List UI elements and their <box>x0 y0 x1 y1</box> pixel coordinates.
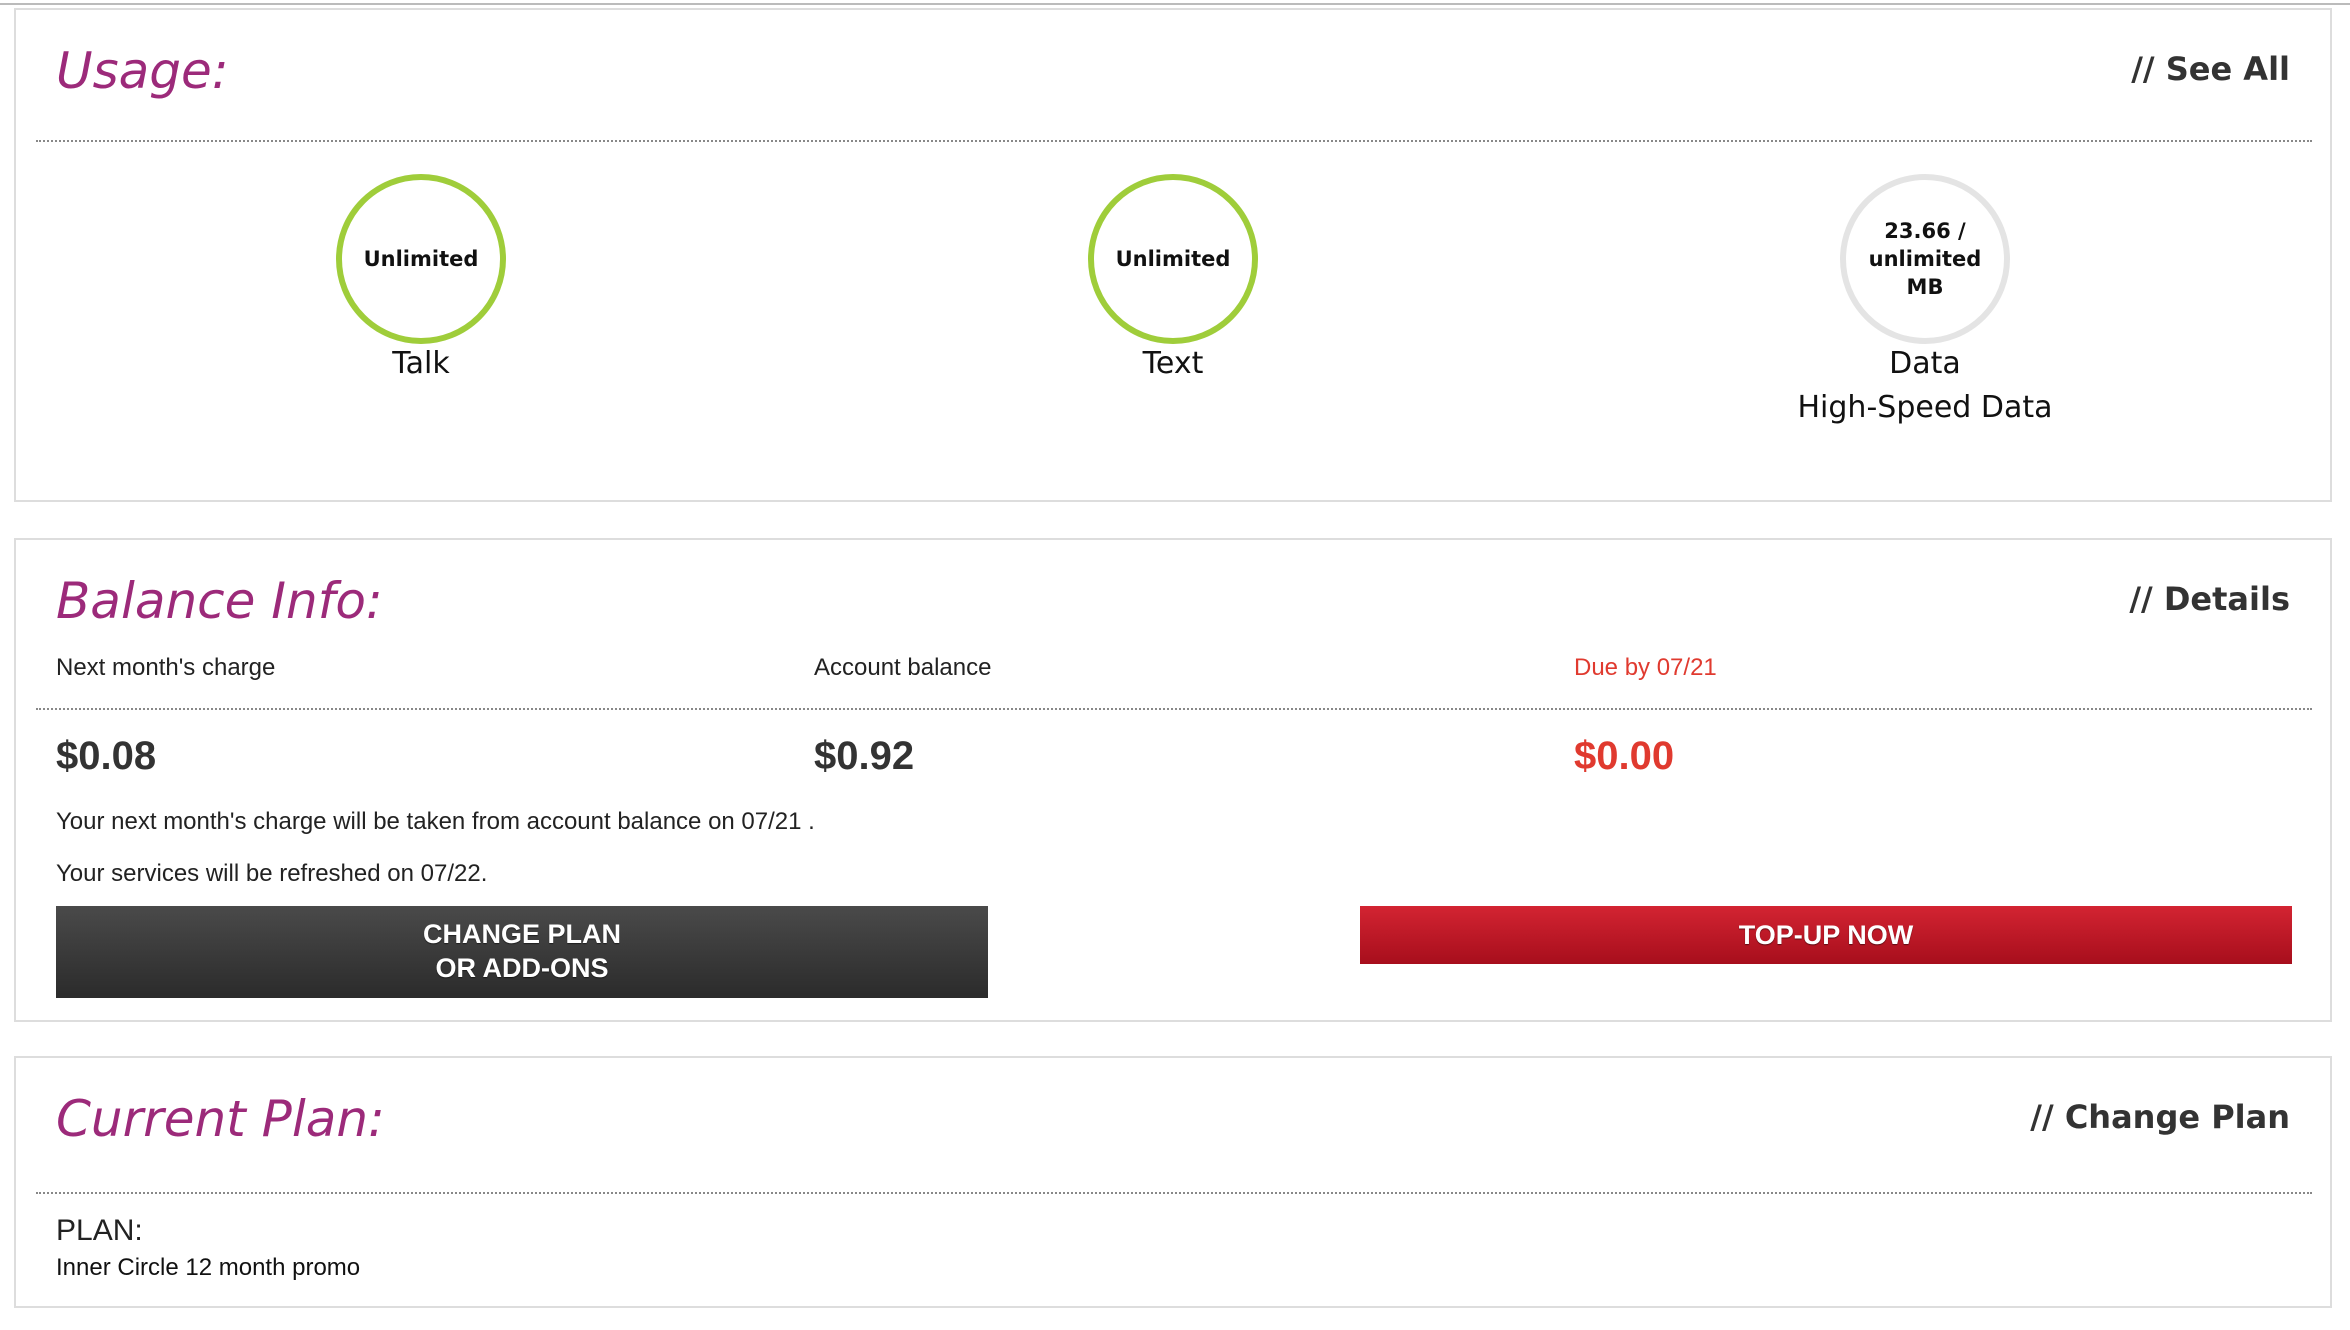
details-link[interactable]: // Details <box>2129 580 2290 618</box>
change-plan-button-line1: CHANGE PLAN <box>422 919 621 949</box>
text-label: Text <box>1142 346 1204 381</box>
high-speed-data-label: High-Speed Data <box>1797 390 2053 425</box>
usage-card: Usage: // See All Unlimited Talk Unlimit… <box>14 8 2332 502</box>
talk-value: Unlimited <box>363 247 479 271</box>
data-value: 23.66 / unlimited MB <box>1860 217 1990 301</box>
plan-name: Inner Circle 12 month promo <box>56 1254 361 1281</box>
due-date-label: Due by 07/21 <box>1574 654 1717 681</box>
plan-label: PLAN: <box>56 1214 143 1247</box>
talk-label: Talk <box>392 346 450 381</box>
see-all-link[interactable]: // See All <box>2131 50 2290 88</box>
data-value-unit: MB <box>1906 275 1944 299</box>
data-label: Data <box>1889 346 1961 381</box>
data-value-limit: unlimited <box>1868 247 1982 271</box>
next-month-charge-label: Next month's charge <box>56 654 276 681</box>
balance-divider <box>36 708 2312 710</box>
next-month-charge-value: $0.08 <box>56 734 157 778</box>
balance-card: Balance Info: // Details Next month's ch… <box>14 538 2332 1022</box>
usage-divider <box>36 140 2312 142</box>
talk-gauge: Unlimited <box>336 174 506 344</box>
charge-note: Your next month's charge will be taken f… <box>56 808 815 835</box>
data-gauge: 23.66 / unlimited MB <box>1840 174 2010 344</box>
data-value-amount: 23.66 / <box>1884 219 1966 243</box>
change-plan-button[interactable]: CHANGE PLAN OR ADD-ONS <box>56 906 988 998</box>
text-value: Unlimited <box>1115 247 1231 271</box>
refresh-note: Your services will be refreshed on 07/22… <box>56 860 488 887</box>
text-gauge: Unlimited <box>1088 174 1258 344</box>
account-balance-label: Account balance <box>814 654 992 681</box>
usage-title: Usage: <box>56 42 229 100</box>
plan-divider <box>36 1192 2312 1194</box>
account-balance-value: $0.92 <box>814 734 915 778</box>
top-divider <box>0 0 2350 5</box>
change-plan-link[interactable]: // Change Plan <box>2030 1098 2290 1136</box>
top-up-button[interactable]: TOP-UP NOW <box>1360 906 2292 964</box>
current-plan-card: Current Plan: // Change Plan PLAN: Inner… <box>14 1056 2332 1308</box>
change-plan-button-line2: OR ADD-ONS <box>435 953 609 983</box>
balance-title: Balance Info: <box>56 572 383 630</box>
current-plan-title: Current Plan: <box>56 1090 385 1148</box>
due-amount-value: $0.00 <box>1574 734 1675 778</box>
